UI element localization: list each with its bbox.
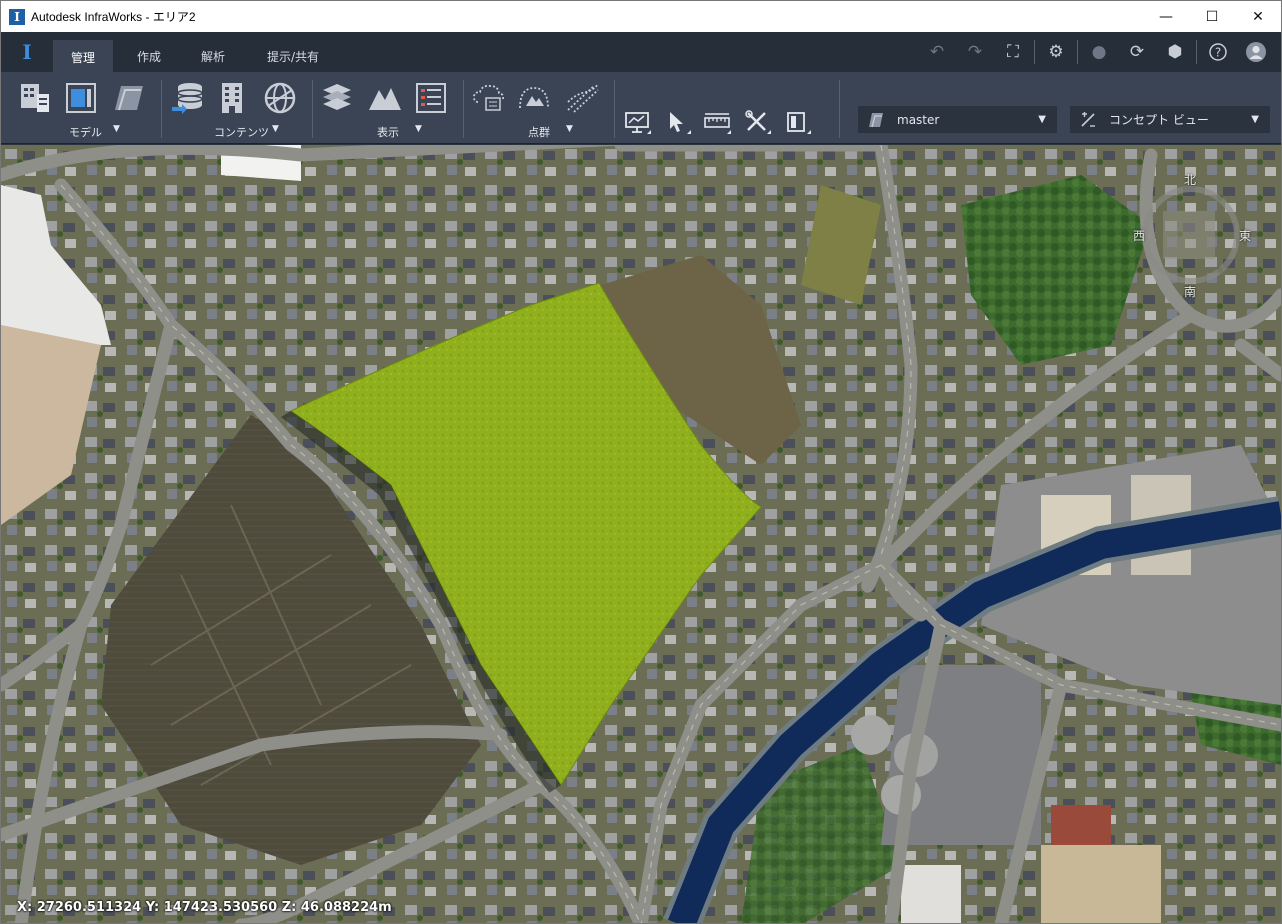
ribbon-group-label-model[interactable]: モデル [69,124,102,140]
toolbar-divider [1196,40,1197,64]
model-properties-icon[interactable] [17,80,53,116]
compass-east-label[interactable]: 東 [1239,227,1251,244]
globe-network-icon[interactable] [262,80,298,116]
compass-north-label[interactable]: 北 [1184,171,1196,188]
aerial-scene [1,145,1281,923]
minimize-button[interactable]: — [1143,1,1189,32]
point-cloud-linear-icon[interactable] [564,80,600,116]
proposal-icon [869,112,883,127]
fit-view-icon[interactable]: ⛶ [994,32,1032,72]
layers-icon[interactable] [319,80,355,116]
toolbar-divider [1034,40,1035,64]
settings-icon[interactable]: ⚙ [1037,32,1075,72]
quick-access-toolbar: ↶ ↷ ⛶ ⚙ ● ⟳ ⬢ ? [918,32,1281,72]
title-bar: I Autodesk InfraWorks - エリア2 — ☐ ✕ [1,1,1281,32]
maximize-button[interactable]: ☐ [1189,1,1235,32]
globe-icon[interactable]: ● [1080,32,1118,72]
compass-west-label[interactable]: 西 [1133,227,1145,244]
svg-text:?: ? [1215,46,1221,60]
point-cloud-terrain-icon[interactable] [516,80,552,116]
layout-icon[interactable] [63,80,99,116]
version-select[interactable]: master ▼ [858,106,1057,133]
cursor-coordinates-readout: X: 27260.511324 Y: 147423.530560 Z: 46.0… [17,900,392,915]
measure-ruler-icon[interactable] [703,108,731,136]
chevron-down-icon: ▼ [1038,114,1046,125]
user-avatar-icon[interactable] [1237,32,1275,72]
window-title: Autodesk InfraWorks - エリア2 [31,10,196,24]
ribbon-tab-bar: I 管理 作成 解析 提示/共有 ↶ ↷ ⛶ ⚙ ● ⟳ ⬢ ? [1,32,1281,73]
view-style-select-value: コンセプト ビュー [1109,113,1209,127]
application-menu-icon[interactable]: I [15,40,39,64]
tab-create[interactable]: 作成 [119,40,179,72]
tab-manage[interactable]: 管理 [53,40,114,73]
model-cube-icon[interactable]: ⬢ [1156,32,1194,72]
ribbon-group-point-cloud: 点群 ▼ [464,72,614,144]
data-sources-icon[interactable] [170,80,206,116]
redo-icon[interactable]: ↷ [956,32,994,72]
tools-icon[interactable] [743,108,771,136]
presentation-icon[interactable] [623,108,651,136]
terrain-icon[interactable] [367,80,403,116]
tab-present-share[interactable]: 提示/共有 [249,40,337,72]
style-palette-icon[interactable] [413,80,449,116]
chevron-down-icon: ▼ [1251,114,1259,125]
panel-toggle-icon[interactable] [783,108,811,136]
ribbon-group-label-display[interactable]: 表示 [377,124,399,140]
view-style-select[interactable]: コンセプト ビュー ▼ [1070,106,1270,133]
ribbon-divider [839,80,840,138]
ribbon-group-expand-display[interactable]: ▼ [415,124,422,134]
ribbon-group-expand-point-cloud[interactable]: ▼ [566,124,573,134]
avatar [1246,42,1266,62]
toolbar-divider [1077,40,1078,64]
help-icon[interactable]: ? [1199,32,1237,72]
view-cube-compass[interactable]: 北 南 東 西 [1133,173,1261,299]
ribbon-panel: モデル ▼ コンテンツ ▼ 表示 ▼ 点群 ▼ master ▼ コンセプト ビ… [1,72,1281,144]
point-cloud-import-icon[interactable] [470,80,506,116]
app-window: I Autodesk InfraWorks - エリア2 — ☐ ✕ I 管理 … [0,0,1282,924]
ribbon-group-model: モデル ▼ [1,72,161,144]
map-sheets-icon[interactable] [111,80,147,116]
ribbon-group-label-content[interactable]: コンテンツ [214,124,269,140]
app-logo-icon: I [9,8,25,25]
window-controls: — ☐ ✕ [1143,1,1281,32]
ribbon-group-expand-model[interactable]: ▼ [113,124,120,134]
tab-analyze[interactable]: 解析 [183,40,243,72]
compass-south-label[interactable]: 南 [1184,283,1196,300]
close-button[interactable]: ✕ [1235,1,1281,32]
help-circle-icon: ? [1209,43,1227,61]
ribbon-divider [614,80,615,138]
building-icon[interactable] [214,80,250,116]
ribbon-group-label-point-cloud[interactable]: 点群 [528,124,550,140]
version-select-value: master [897,112,940,127]
ribbon-group-expand-content[interactable]: ▼ [272,124,279,134]
ribbon-group-display: 表示 ▼ [313,72,463,144]
undo-icon[interactable]: ↶ [918,32,956,72]
ribbon-group-content: コンテンツ ▼ [162,72,312,144]
map-viewport[interactable]: 北 南 東 西 X: 27260.511324 Y: 147423.530560… [1,145,1281,923]
sync-icon[interactable]: ⟳ [1118,32,1156,72]
select-cursor-icon[interactable] [663,108,691,136]
concept-view-icon [1081,111,1095,127]
